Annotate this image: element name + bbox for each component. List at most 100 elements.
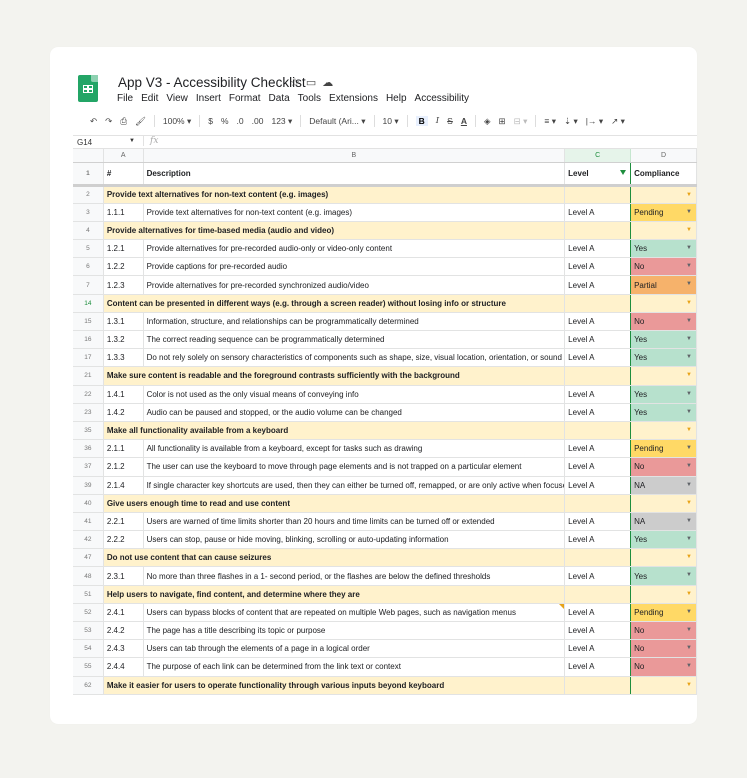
dropdown-arrow-icon[interactable]: ▼ [686, 500, 692, 506]
select-all-corner[interactable] [73, 149, 104, 163]
italic-button[interactable]: I [436, 116, 439, 126]
row-number[interactable]: 35 [73, 421, 104, 441]
undo-icon[interactable]: ↶ [90, 116, 97, 127]
item-id-cell[interactable]: 1.2.2 [103, 257, 144, 277]
filter-icon[interactable] [620, 169, 627, 175]
description-cell[interactable]: Do not rely solely on sensory characteri… [143, 348, 566, 368]
row-number[interactable]: 23 [73, 403, 104, 422]
menu-view[interactable]: View [166, 93, 188, 104]
more-formats-select[interactable]: 123 ▾ [271, 116, 292, 127]
column-header-c[interactable]: C [564, 149, 632, 163]
description-cell[interactable]: The user can use the keyboard to move th… [143, 457, 566, 477]
level-cell[interactable] [564, 185, 632, 204]
dropdown-arrow-icon[interactable]: ▼ [686, 192, 692, 198]
column-header-b[interactable]: B [143, 149, 566, 163]
item-id-cell[interactable]: 1.1.1 [103, 203, 144, 222]
level-cell[interactable] [564, 585, 632, 604]
compliance-cell[interactable]: Yes ▼ [630, 530, 697, 550]
row-number[interactable]: 37 [73, 457, 104, 477]
compliance-cell[interactable]: ▼ [630, 421, 697, 441]
bold-button[interactable]: B [415, 116, 428, 126]
row-number[interactable]: 52 [73, 603, 104, 623]
dropdown-arrow-icon[interactable]: ▼ [686, 300, 692, 306]
sheets-logo-icon[interactable] [78, 75, 98, 102]
item-id-cell[interactable]: 1.4.2 [103, 403, 144, 422]
row-number[interactable]: 14 [73, 294, 104, 313]
menu-extensions[interactable]: Extensions [329, 93, 378, 104]
paint-format-icon[interactable]: 🖌 [135, 116, 146, 127]
font-select[interactable]: Default (Ari... ▾ [309, 116, 365, 127]
dropdown-arrow-icon[interactable]: ▼ [686, 518, 692, 524]
level-cell[interactable]: Level A [564, 257, 632, 277]
description-cell[interactable]: Users can bypass blocks of content that … [143, 603, 566, 623]
section-title[interactable]: Make sure content is readable and the fo… [103, 366, 566, 386]
compliance-cell[interactable]: Yes ▼ [630, 566, 697, 586]
description-cell[interactable]: Provide captions for pre-recorded audio [143, 257, 566, 277]
level-cell[interactable]: Level A [564, 621, 632, 641]
dropdown-arrow-icon[interactable]: ▼ [686, 682, 692, 688]
menu-format[interactable]: Format [229, 93, 261, 104]
level-cell[interactable] [564, 221, 632, 241]
dropdown-arrow-icon[interactable]: ▼ [686, 263, 692, 269]
compliance-cell[interactable]: No ▼ [630, 639, 697, 659]
dropdown-arrow-icon[interactable]: ▼ [686, 463, 692, 469]
item-id-cell[interactable]: 2.4.2 [103, 621, 144, 641]
row-number[interactable]: 17 [73, 348, 104, 368]
section-title[interactable]: Content can be presented in different wa… [103, 294, 566, 313]
horizontal-align-icon[interactable]: ≡ ▾ [544, 116, 556, 127]
compliance-cell[interactable]: NA ▼ [630, 476, 697, 495]
compliance-cell[interactable]: Yes ▼ [630, 330, 697, 350]
compliance-cell[interactable]: ▼ [630, 548, 697, 568]
increase-decimal-button[interactable]: .00 [252, 116, 264, 126]
row-number[interactable]: 5 [73, 239, 104, 259]
row-number[interactable]: 4 [73, 221, 104, 241]
level-cell[interactable]: Level A [564, 403, 632, 422]
description-cell[interactable]: The page has a title describing its topi… [143, 621, 566, 641]
description-cell[interactable]: The correct reading sequence can be prog… [143, 330, 566, 350]
row-number[interactable]: 1 [73, 162, 104, 187]
row-number[interactable]: 51 [73, 585, 104, 604]
row-number[interactable]: 55 [73, 657, 104, 677]
dropdown-arrow-icon[interactable]: ▼ [686, 354, 692, 360]
row-number[interactable]: 6 [73, 257, 104, 277]
level-cell[interactable]: Level A [564, 566, 632, 586]
level-cell[interactable]: Level A [564, 330, 632, 350]
description-cell[interactable]: Users are warned of time limits shorter … [143, 512, 566, 532]
name-box[interactable]: G14 [77, 138, 92, 147]
star-icon[interactable]: ☆ [290, 77, 306, 89]
description-cell[interactable]: All functionality is available from a ke… [143, 439, 566, 459]
compliance-cell[interactable]: ▼ [630, 494, 697, 513]
description-cell[interactable]: Information, structure, and relationship… [143, 312, 566, 332]
level-cell[interactable]: Level A [564, 476, 632, 495]
level-cell[interactable]: Level A [564, 439, 632, 459]
row-number[interactable]: 7 [73, 275, 104, 295]
menu-help[interactable]: Help [386, 93, 407, 104]
item-id-cell[interactable]: 2.2.1 [103, 512, 144, 532]
row-number[interactable]: 16 [73, 330, 104, 350]
header-cell-num[interactable]: # [103, 162, 144, 187]
level-cell[interactable]: Level A [564, 348, 632, 368]
description-cell[interactable]: Provide alternatives for pre-recorded au… [143, 239, 566, 259]
cloud-status-icon[interactable]: ☁ [322, 77, 339, 89]
description-cell[interactable]: Users can tab through the elements of a … [143, 639, 566, 659]
vertical-align-icon[interactable]: ⇣ ▾ [564, 116, 578, 127]
item-id-cell[interactable]: 2.4.4 [103, 657, 144, 677]
compliance-cell[interactable]: Pending ▼ [630, 439, 697, 459]
compliance-cell[interactable]: ▼ [630, 221, 697, 241]
description-cell[interactable]: Provide text alternatives for non-text c… [143, 203, 566, 222]
fill-color-icon[interactable]: ◈ [484, 116, 491, 127]
dropdown-arrow-icon[interactable]: ▼ [686, 409, 692, 415]
row-number[interactable]: 2 [73, 185, 104, 204]
dropdown-arrow-icon[interactable]: ▼ [686, 245, 692, 251]
dropdown-arrow-icon[interactable]: ▼ [686, 372, 692, 378]
doc-title[interactable]: App V3 - Accessibility Checklist [118, 75, 306, 90]
item-id-cell[interactable]: 2.4.1 [103, 603, 144, 623]
description-cell[interactable]: Provide alternatives for pre-recorded sy… [143, 275, 566, 295]
row-number[interactable]: 22 [73, 385, 104, 404]
compliance-cell[interactable]: No ▼ [630, 457, 697, 477]
currency-button[interactable]: $ [208, 116, 213, 126]
text-wrap-icon[interactable]: |→ ▾ [586, 116, 603, 127]
dropdown-arrow-icon[interactable]: ▼ [686, 209, 692, 215]
level-cell[interactable]: Level A [564, 530, 632, 550]
level-cell[interactable]: Level A [564, 639, 632, 659]
